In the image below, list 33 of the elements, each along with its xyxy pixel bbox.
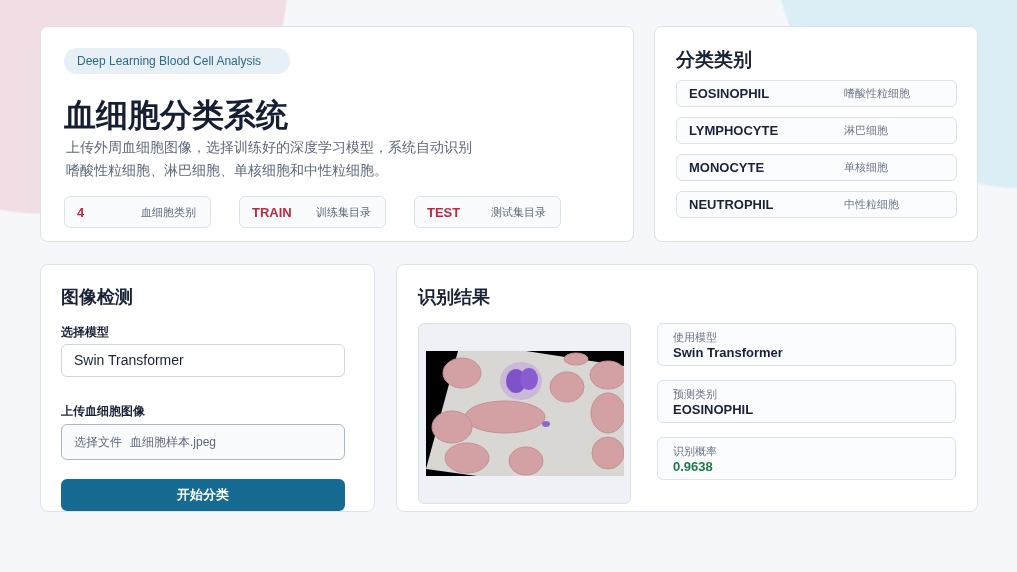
category-code: LYMPHOCYTE (689, 123, 780, 138)
category-code: NEUTROPHIL (689, 197, 775, 212)
probability-value: 0.9638 (673, 459, 714, 475)
field-label: 上传血细胞图像 (61, 403, 145, 419)
stat-label: 训练集目录 (316, 204, 371, 220)
section-title: 识别结果 (418, 286, 491, 308)
model-select-field[interactable]: Swin Transformer (61, 344, 345, 377)
result-label: 使用模型 (673, 330, 718, 344)
field-label: 选择模型 (61, 324, 109, 340)
result-value: Swin Transformer (673, 345, 784, 361)
category-name: 淋巴细胞 (844, 123, 889, 138)
stat-label: 测试集目录 (491, 204, 546, 220)
stat-value: 4 (77, 204, 85, 220)
category-name: 中性粒细胞 (844, 197, 900, 212)
classify-button[interactable]: 开始分类 (61, 479, 345, 511)
tagline-badge: Deep Learning Blood Cell Analysis (64, 48, 291, 74)
stat-value: TRAIN (252, 204, 292, 220)
category-code: MONOCYTE (689, 160, 766, 175)
stat-label: 血细胞类别 (141, 204, 196, 220)
page-title: 血细胞分类系统 (64, 96, 288, 134)
section-title: 分类类别 (676, 48, 753, 72)
stat-value: TEST (427, 204, 461, 220)
result-label: 预测类别 (673, 387, 718, 401)
file-upload-field[interactable]: 选择文件 血细胞样本.jpeg (61, 424, 345, 461)
category-name: 单核细胞 (844, 160, 889, 175)
category-code: EOSINOPHIL (689, 86, 771, 101)
result-label: 识别概率 (673, 444, 718, 458)
category-name: 嗜酸性粒细胞 (844, 86, 911, 101)
result-value: EOSINOPHIL (673, 402, 755, 418)
description-text: 上传外周血细胞图像，选择训练好的深度学习模型，系统自动识别嗜酸性粒细胞、淋巴细胞、单核细胞和中性粒细胞。 (66, 138, 473, 180)
choose-file-text[interactable]: 选择文件 (74, 433, 122, 451)
section-title: 图像检测 (61, 286, 133, 308)
file-name: 血细胞样本.jpeg (130, 433, 217, 451)
